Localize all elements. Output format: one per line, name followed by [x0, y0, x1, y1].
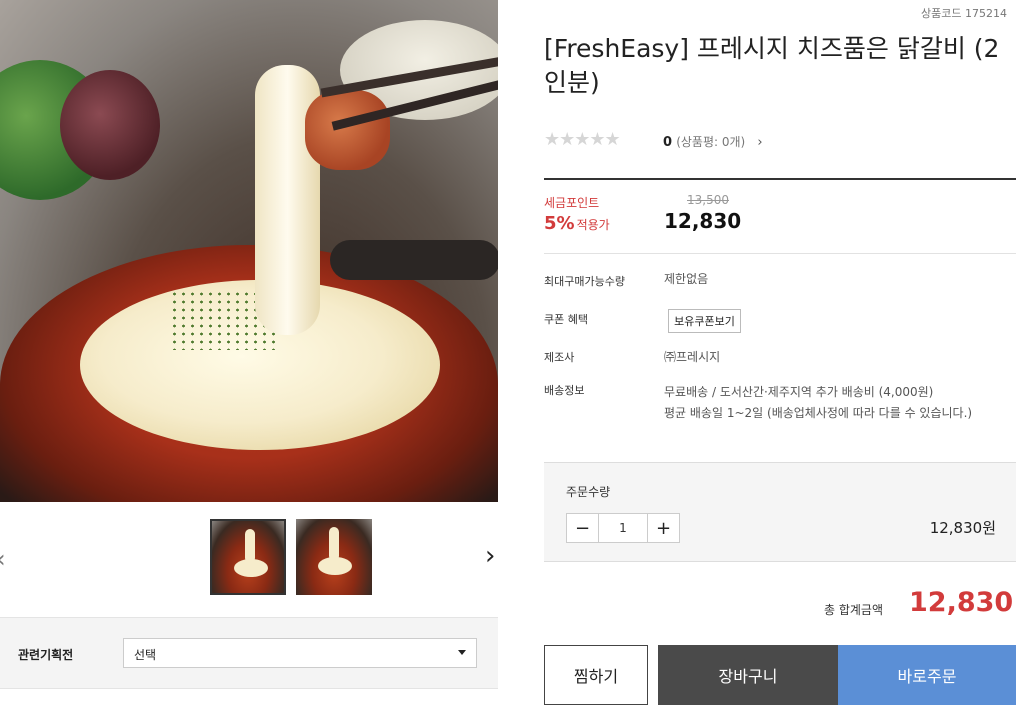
shipping-info-line2: 평균 배송일 1~2일 (배송업체사정에 따라 다를 수 있습니다.) [664, 406, 973, 420]
related-select-value: 선택 [134, 648, 157, 662]
product-title: [FreshEasy] 프레시지 치즈품은 닭갈비 (2인분) [544, 34, 1000, 97]
related-exhibition-bar: 관련기획전 선택 [0, 617, 498, 689]
view-coupons-button[interactable]: 보유쿠폰보기 [668, 309, 741, 333]
caret-down-icon [458, 650, 466, 655]
original-price: 13,500 [687, 193, 729, 207]
max-qty-label: 최대구매가능수량 [544, 275, 625, 288]
max-qty-value: 제한없음 [664, 272, 709, 286]
coupon-label: 쿠폰 혜택 [544, 313, 588, 326]
total-label: 총 합계금액 [824, 603, 884, 617]
point-applied-label: 적용가 [576, 218, 610, 232]
product-code: 상품코드 175214 [921, 7, 1007, 20]
shipping-label: 배송정보 [544, 384, 585, 397]
thumbnail-strip: ‹ › [0, 505, 498, 605]
divider [544, 178, 1016, 180]
related-exhibition-select[interactable]: 선택 [123, 638, 477, 668]
maker-label: 제조사 [544, 351, 575, 364]
maker-value: ㈜프레시지 [664, 350, 721, 364]
buy-now-button[interactable]: 바로주문 [838, 645, 1016, 705]
next-arrow-icon[interactable]: › [485, 541, 495, 571]
prev-arrow-icon[interactable]: ‹ [0, 545, 6, 573]
increase-quantity-button[interactable]: + [648, 514, 679, 542]
point-label: 세금포인트 [544, 196, 600, 210]
rating-stars-icon: ★★★★★ [544, 129, 621, 150]
point-percent-value: 5% [544, 213, 575, 234]
current-price: 12,830 [664, 209, 742, 233]
add-to-cart-button[interactable]: 장바구니 [658, 645, 838, 705]
wishlist-button[interactable]: 찜하기 [544, 645, 648, 705]
quantity-input[interactable]: 1 [598, 514, 648, 542]
rating-count: 0 [663, 135, 673, 150]
chevron-right-icon[interactable]: › [757, 135, 762, 150]
related-exhibition-label: 관련기획전 [18, 648, 74, 662]
review-count: (상품평: 0개) [676, 135, 746, 149]
total-amount: 12,830원 [909, 587, 1016, 618]
divider [544, 253, 1016, 254]
order-line-price: 12,830원 [929, 519, 996, 537]
thumbnail-2[interactable] [296, 519, 372, 595]
product-main-image [0, 0, 498, 502]
order-quantity-label: 주문수량 [566, 485, 611, 499]
quantity-stepper: − 1 + [566, 513, 680, 543]
order-quantity-box: 주문수량 − 1 + 12,830원 [544, 462, 1016, 562]
point-percent: 5% 적용가 [544, 213, 610, 234]
total-amount-value: 12,830 [909, 587, 1014, 618]
rating-summary[interactable]: 0 (상품평: 0개) › [663, 133, 763, 150]
shipping-info-line1: 무료배송 / 도서산간·제주지역 추가 배송비 (4,000원) [664, 385, 934, 399]
thumbnail-1[interactable] [210, 519, 286, 595]
decrease-quantity-button[interactable]: − [567, 514, 598, 542]
